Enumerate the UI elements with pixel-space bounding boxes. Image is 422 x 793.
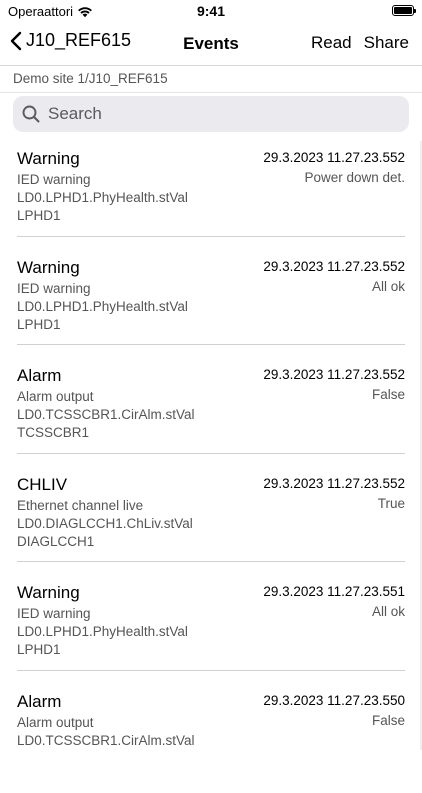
list-item[interactable]: Alarm Alarm output LD0.TCSSCBR1.CirAlm.s… — [0, 684, 422, 793]
list-item[interactable]: CHLIV Ethernet channel live LD0.DIAGLCCH… — [0, 467, 422, 576]
row-divider — [17, 561, 405, 563]
row-divider — [17, 235, 405, 237]
event-reference: LD0.LPHD1.PhyHealth.stVal — [17, 624, 188, 640]
row-divider — [17, 669, 405, 671]
event-node: TCSSCBR1 — [17, 425, 90, 441]
navigation-bar: J10_REF615 Events Read Share — [0, 22, 422, 66]
event-reference: LD0.TCSSCBR1.CirAlm.stVal — [17, 732, 195, 748]
event-type: Warning — [17, 149, 80, 168]
event-value: True — [377, 495, 405, 511]
event-node: LPHD1 — [17, 208, 61, 223]
list-item[interactable]: Alarm Alarm output LD0.TCSSCBR1.CirAlm.s… — [0, 358, 422, 467]
breadcrumb: Demo site 1/J10_REF615 — [13, 71, 168, 86]
row-divider — [17, 452, 405, 454]
event-description: IED warning — [17, 172, 91, 187]
event-value: Power down det. — [304, 170, 405, 185]
battery-icon — [392, 5, 416, 16]
event-reference: LD0.LPHD1.PhyHealth.stVal — [17, 190, 188, 205]
list-item[interactable]: Warning IED warning LD0.LPHD1.PhyHealth.… — [0, 250, 422, 359]
event-type: CHLIV — [17, 474, 68, 494]
search-bar[interactable] — [13, 96, 409, 132]
list-item[interactable]: Warning IED warning LD0.LPHD1.PhyHealth.… — [0, 141, 422, 250]
event-value: All ok — [371, 604, 405, 620]
event-reference: LD0.LPHD1.PhyHealth.stVal — [17, 298, 188, 314]
row-divider — [17, 344, 405, 346]
event-node: DIAGLCCH1 — [17, 533, 95, 549]
list-item[interactable]: Warning IED warning LD0.LPHD1.PhyHealth.… — [0, 575, 422, 684]
event-timestamp: 29.3.2023 11.27.23.552 — [263, 367, 405, 383]
event-timestamp: 29.3.2023 11.27.23.551 — [263, 584, 405, 600]
event-node: LPHD1 — [17, 316, 61, 332]
share-button[interactable]: Share — [364, 33, 409, 53]
status-bar: Operaattori 9:41 — [0, 0, 422, 22]
event-type: Warning — [17, 257, 80, 277]
event-description: IED warning — [17, 606, 91, 622]
event-reference: LD0.DIAGLCCH1.ChLiv.stVal — [17, 515, 193, 531]
event-timestamp: 29.3.2023 11.27.23.552 — [263, 150, 405, 165]
event-description: Alarm output — [17, 389, 94, 405]
read-button[interactable]: Read — [311, 33, 352, 53]
event-type: Alarm — [17, 691, 62, 711]
status-time: 9:41 — [196, 3, 226, 19]
event-timestamp: 29.3.2023 11.27.23.550 — [263, 692, 405, 708]
path-divider — [0, 92, 422, 93]
event-description: Ethernet channel live — [17, 497, 144, 513]
event-node: LPHD1 — [17, 642, 61, 658]
event-type: Alarm — [17, 366, 62, 386]
event-value: False — [371, 387, 405, 403]
event-description: IED warning — [17, 280, 91, 296]
event-timestamp: 29.3.2023 11.27.23.552 — [263, 475, 405, 491]
nav-divider — [0, 65, 422, 66]
event-value: False — [371, 712, 405, 728]
search-icon — [22, 105, 40, 123]
event-reference: LD0.TCSSCBR1.CirAlm.stVal — [17, 407, 195, 423]
event-type: Warning — [17, 583, 80, 603]
event-list[interactable]: Warning IED warning LD0.LPHD1.PhyHealth.… — [0, 141, 422, 793]
event-description: Alarm output — [17, 714, 94, 730]
nav-actions: Read Share — [311, 33, 409, 53]
event-timestamp: 29.3.2023 11.27.23.552 — [263, 258, 405, 274]
event-value: All ok — [371, 278, 405, 294]
search-input[interactable] — [46, 103, 390, 125]
